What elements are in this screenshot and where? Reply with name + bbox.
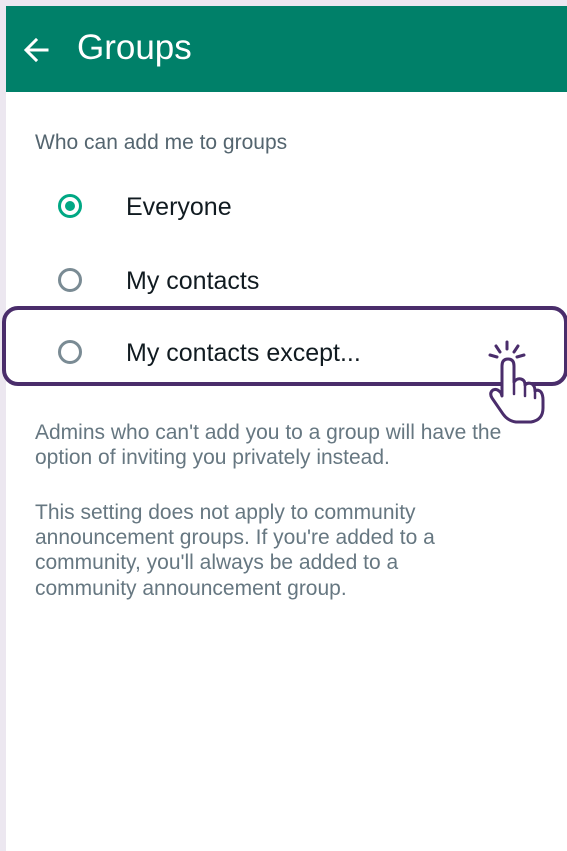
arrow-back-icon bbox=[23, 37, 49, 63]
radio-checked-icon[interactable] bbox=[58, 194, 82, 218]
back-button[interactable] bbox=[16, 26, 56, 74]
helper-text-community: This setting does not apply to community… bbox=[35, 501, 435, 600]
option-label: My contacts bbox=[126, 267, 260, 295]
app-bar: Groups bbox=[6, 6, 567, 92]
helper-text-invite: Admins who can't add you to a group will… bbox=[35, 421, 502, 470]
option-my-contacts[interactable]: My contacts bbox=[6, 252, 567, 312]
section-header: Who can add me to groups bbox=[35, 131, 288, 154]
radio-unchecked-icon[interactable] bbox=[58, 268, 82, 292]
hand-pointer-click-icon bbox=[488, 340, 545, 424]
page-title: Groups bbox=[77, 28, 192, 67]
option-everyone[interactable]: Everyone bbox=[6, 178, 567, 238]
option-label: Everyone bbox=[126, 193, 232, 221]
app-screen: Groups Who can add me to groups Everyone… bbox=[6, 6, 567, 851]
